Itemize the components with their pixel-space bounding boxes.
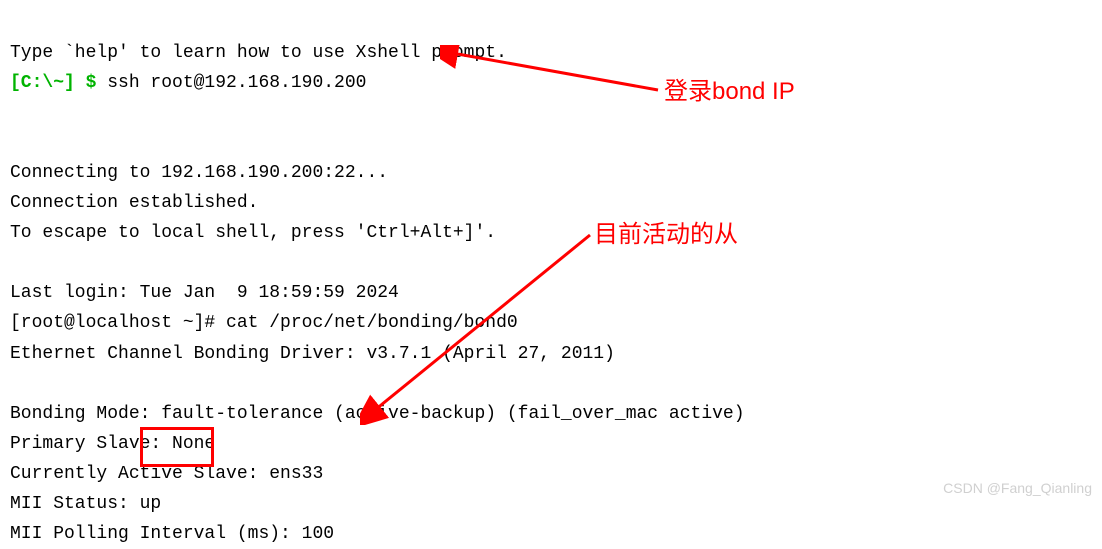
watermark-text: CSDN @Fang_Qianling [943,477,1092,500]
escape-hint: To escape to local shell, press 'Ctrl+Al… [10,223,496,243]
active-slave: Currently Active Slave: ens33 [10,464,323,484]
prompt-path: [C:\~] [10,73,75,93]
connection-established: Connection established. [10,193,258,213]
last-login: Last login: Tue Jan 9 18:59:59 2024 [10,283,399,303]
connecting-text: Connecting to 192.168.190.200:22... [10,163,388,183]
prompt-symbol: $ [75,73,107,93]
primary-slave: Primary Slave: None [10,434,215,454]
help-text: Type `help' to learn how to use Xshell p… [10,43,507,63]
ssh-command: ssh root@192.168.190.200 [107,73,366,93]
mii-polling: MII Polling Interval (ms): 100 [10,524,334,544]
annotation-active-slave: 目前活动的从 [594,215,738,255]
driver-line: Ethernet Channel Bonding Driver: v3.7.1 … [10,344,615,364]
cat-command: cat /proc/net/bonding/bond0 [226,313,518,333]
bonding-mode: Bonding Mode: fault-tolerance (active-ba… [10,404,745,424]
terminal-output: Type `help' to learn how to use Xshell p… [10,8,1092,549]
root-prompt: [root@localhost ~]# [10,313,226,333]
annotation-login-bond-ip: 登录bond IP [664,72,795,112]
